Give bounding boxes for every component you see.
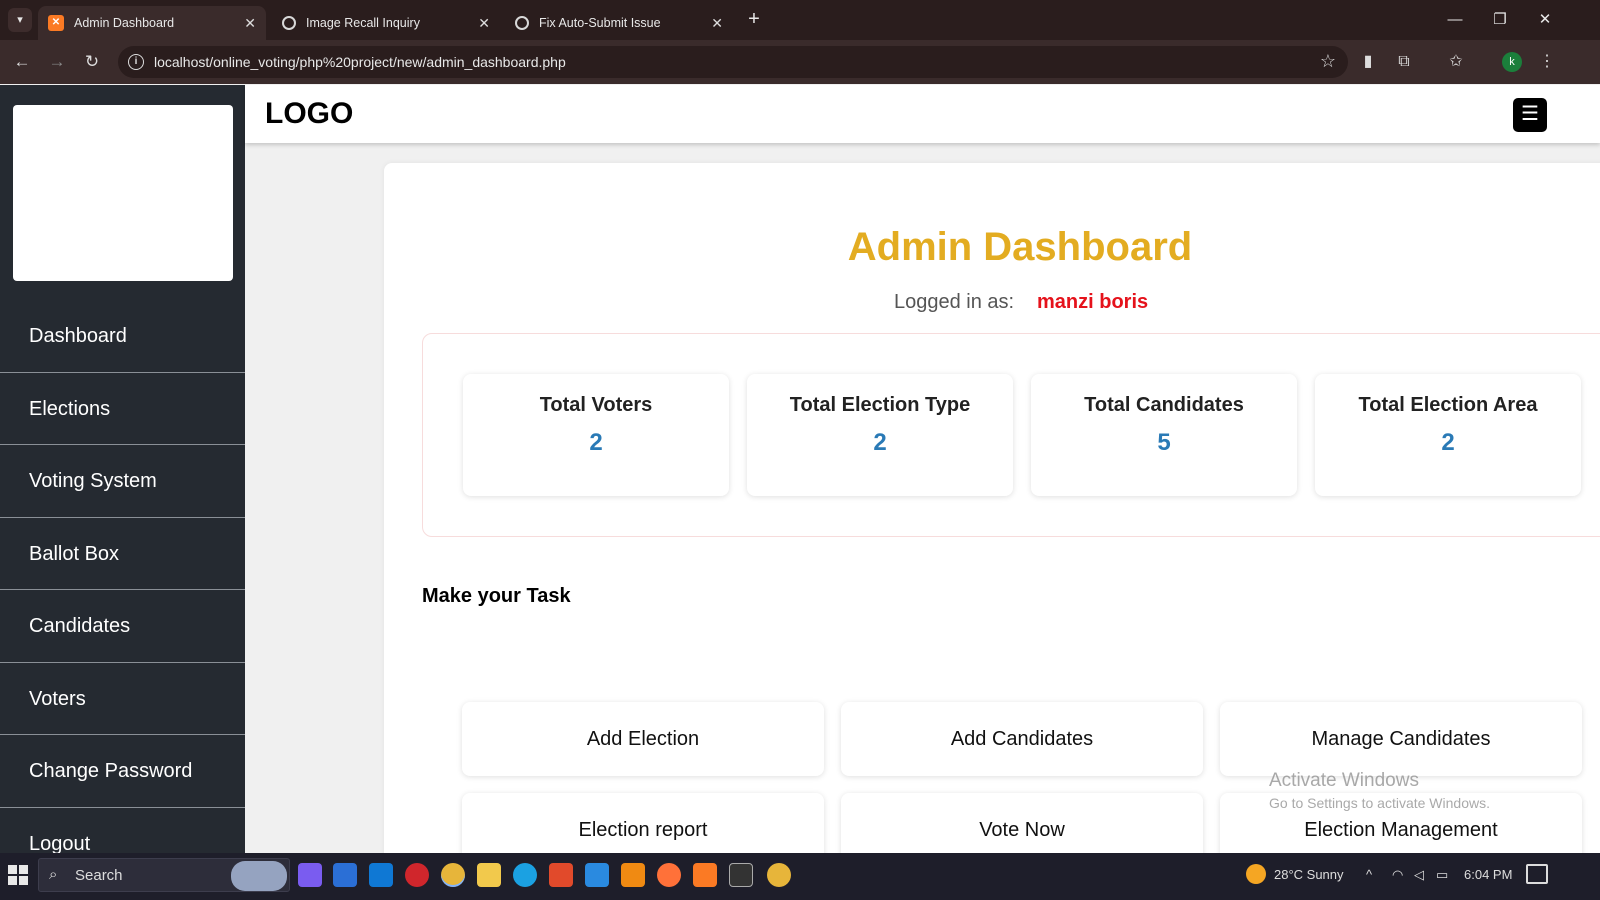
stat-card-total-election-type: Total Election Type 2 [747, 374, 1013, 496]
battery-icon[interactable]: ▭ [1436, 867, 1448, 883]
add-election-button[interactable]: Add Election [462, 702, 824, 776]
stat-value: 5 [1157, 429, 1171, 456]
extensions-puzzle-icon[interactable]: ⧉ [1392, 50, 1416, 74]
vlc-icon[interactable] [621, 863, 645, 887]
sidebar-item-ballot-box[interactable]: Ballot Box [0, 518, 245, 590]
search-icon: ⌕ [49, 866, 58, 883]
sidebar-logo-box [13, 105, 233, 281]
chrome-icon[interactable] [441, 863, 465, 887]
election-report-button[interactable]: Election report [462, 793, 824, 853]
chatgpt-icon [282, 16, 296, 30]
search-placeholder: Search [75, 867, 123, 884]
tab-title: Fix Auto-Submit Issue [539, 16, 661, 30]
sidebar-item-logout[interactable]: Logout [0, 808, 245, 854]
favorites-icon[interactable]: ✩ [1444, 50, 1468, 74]
back-icon[interactable]: ← [10, 50, 34, 74]
doc-extension-icon[interactable]: ▮ [1356, 50, 1380, 74]
firefox-icon[interactable] [657, 863, 681, 887]
close-icon[interactable]: ✕ [244, 15, 256, 32]
stat-label: Total Election Type [789, 394, 971, 416]
sidebar-nav: Dashboard Elections Voting System Ballot… [0, 300, 245, 853]
stat-value: 2 [1441, 429, 1455, 456]
new-tab-icon[interactable]: + [742, 8, 766, 32]
activate-windows-subtitle: Go to Settings to activate Windows. [1269, 795, 1490, 811]
restore-icon[interactable]: ❐ [1477, 8, 1523, 32]
speaker-icon[interactable]: ◁ [1414, 867, 1424, 883]
stat-value: 2 [873, 429, 887, 456]
close-icon[interactable]: ✕ [711, 15, 723, 32]
sidebar-item-voting-system[interactable]: Voting System [0, 445, 245, 518]
browser-toolbar: ← → ↻ i localhost/online_voting/php%20pr… [0, 40, 1600, 84]
sidebar-item-dashboard[interactable]: Dashboard [0, 300, 245, 373]
stat-label: Total Voters [539, 394, 653, 416]
url-text[interactable]: localhost/online_voting/php%20project/ne… [154, 54, 566, 70]
activate-windows-title: Activate Windows [1269, 770, 1419, 791]
sidebar-item-voters[interactable]: Voters [0, 663, 245, 735]
outlook-icon[interactable] [369, 863, 393, 887]
search-highlight-image [231, 861, 287, 891]
browser-tab-fix-auto-submit[interactable]: Fix Auto-Submit Issue ✕ [505, 6, 733, 40]
vscode-icon[interactable] [585, 863, 609, 887]
sidebar-item-candidates[interactable]: Candidates [0, 590, 245, 663]
minimize-icon[interactable]: — [1432, 8, 1478, 32]
stat-label: Total Election Area [1358, 394, 1538, 416]
browser-tab-admin-dashboard[interactable]: ✕ Admin Dashboard ✕ [38, 6, 266, 40]
stat-card-total-candidates: Total Candidates 5 [1031, 374, 1297, 496]
add-candidates-button[interactable]: Add Candidates [841, 702, 1203, 776]
browser-menu-icon[interactable]: ⋮ [1535, 50, 1559, 74]
xampp-taskbar-icon[interactable] [693, 863, 717, 887]
stat-value: 2 [589, 429, 603, 456]
file-explorer-icon[interactable] [477, 863, 501, 887]
edge-icon[interactable] [513, 863, 537, 887]
windows-taskbar: ⌕ Search 28°C Sunny ^ ◠ ◁ ▭ 6:04 PM [0, 853, 1600, 900]
logged-in-label: Logged in as: [894, 291, 1015, 313]
terminal-icon[interactable] [729, 863, 753, 887]
manage-candidates-button[interactable]: Manage Candidates [1220, 702, 1582, 776]
taskbar-search-input[interactable]: ⌕ Search [38, 858, 290, 892]
top-navbar: LOGO ☰ [245, 85, 1600, 143]
weather-text[interactable]: 28°C Sunny [1274, 867, 1344, 882]
window-close-icon[interactable]: ✕ [1522, 8, 1568, 32]
browser-tab-image-recall[interactable]: Image Recall Inquiry ✕ [272, 6, 500, 40]
address-bar[interactable]: i localhost/online_voting/php%20project/… [118, 46, 1348, 78]
tab-title: Admin Dashboard [74, 16, 175, 30]
copilot-icon[interactable] [298, 863, 322, 887]
stat-label: Total Candidates [1084, 394, 1244, 416]
search-app-icon[interactable] [549, 863, 573, 887]
forward-icon[interactable]: → [45, 50, 69, 74]
stats-panel: Total Voters 2 Total Election Type 2 Tot… [422, 333, 1600, 537]
wifi-icon[interactable]: ◠ [1392, 867, 1403, 883]
logged-in-user: manzi boris [1037, 291, 1149, 313]
store-icon[interactable] [333, 863, 357, 887]
page-title: Admin Dashboard [847, 225, 1193, 269]
chrome-secondary-icon[interactable] [767, 863, 791, 887]
site-info-icon[interactable]: i [128, 54, 144, 70]
stat-card-total-election-area: Total Election Area 2 [1315, 374, 1581, 496]
vote-now-button[interactable]: Vote Now [841, 793, 1203, 853]
app-red-icon[interactable] [405, 863, 429, 887]
windows-start-icon[interactable] [8, 865, 28, 885]
sidebar-item-elections[interactable]: Elections [0, 373, 245, 445]
xampp-icon: ✕ [48, 15, 64, 31]
clock-time[interactable]: 6:04 PM [1464, 867, 1512, 882]
hamburger-menu-icon[interactable]: ☰ [1513, 98, 1547, 132]
brand-logo-text[interactable]: LOGO [265, 97, 353, 131]
close-icon[interactable]: ✕ [478, 15, 490, 32]
tab-title: Image Recall Inquiry [306, 16, 420, 30]
page-viewport: Dashboard Elections Voting System Ballot… [0, 85, 1600, 853]
browser-tab-strip: ▾ ✕ Admin Dashboard ✕ Image Recall Inqui… [0, 0, 1600, 40]
chatgpt-icon [515, 16, 529, 30]
stat-card-total-voters: Total Voters 2 [463, 374, 729, 496]
dashboard-card: Admin Dashboard Logged in as: manzi bori… [384, 163, 1600, 853]
weather-sun-icon[interactable] [1246, 864, 1266, 884]
tab-search-chevron-icon[interactable]: ▾ [8, 8, 32, 32]
profile-avatar[interactable]: k [1502, 52, 1522, 72]
reload-icon[interactable]: ↻ [80, 50, 104, 74]
notification-icon[interactable] [1526, 864, 1548, 884]
bookmark-star-icon[interactable]: ☆ [1320, 51, 1336, 72]
task-heading: Make your Task [422, 585, 571, 607]
sidebar-item-change-password[interactable]: Change Password [0, 735, 245, 808]
tray-chevron-icon[interactable]: ^ [1366, 867, 1372, 882]
sidebar: Dashboard Elections Voting System Ballot… [0, 85, 245, 853]
